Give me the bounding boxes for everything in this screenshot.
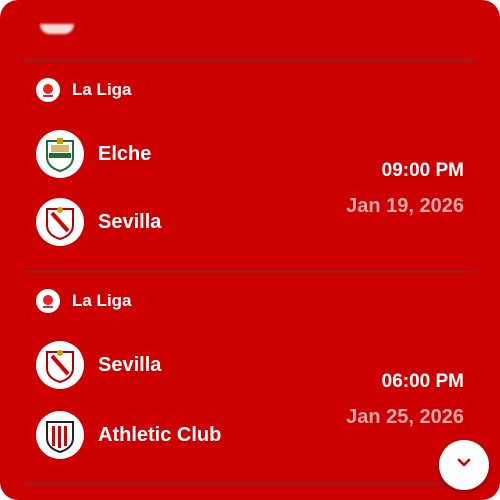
la-liga-logo-icon	[36, 78, 60, 102]
team-name: Sevilla	[98, 210, 162, 233]
league-name: La Liga	[72, 291, 132, 310]
league-name: La Liga	[72, 80, 132, 99]
match-time: 09:00 PM	[381, 160, 464, 181]
match-date: Jan 25, 2026	[346, 406, 464, 428]
match-date: Jan 19, 2026	[346, 195, 464, 217]
divider	[24, 59, 476, 62]
chevron-down-icon	[454, 453, 474, 478]
away-team: Athletic Club	[36, 410, 221, 460]
divider	[24, 270, 476, 273]
home-team: Sevilla	[36, 340, 161, 390]
league-header: La Liga	[36, 287, 132, 315]
match-card[interactable]: La Liga Sevilla Athletic Club 06:00 PM J…	[24, 287, 476, 467]
match-time: 06:00 PM	[381, 371, 464, 392]
league-header: La Liga	[36, 76, 132, 104]
sevilla-crest-icon	[36, 341, 84, 389]
team-name: Elche	[98, 142, 152, 165]
previous-item-remnant	[40, 24, 74, 34]
divider	[24, 482, 476, 485]
elche-crest-icon	[36, 130, 84, 178]
athletic-club-crest-icon	[36, 411, 84, 459]
away-team: Sevilla	[36, 197, 161, 247]
fixtures-widget: La Liga Elche Sevilla 09:00 PM Jan 19, 2…	[0, 0, 500, 500]
match-card[interactable]: La Liga Elche Sevilla 09:00 PM Jan 19, 2…	[24, 76, 476, 256]
scroll-down-button[interactable]	[439, 440, 489, 490]
la-liga-logo-icon	[36, 289, 60, 313]
team-name: Athletic Club	[98, 423, 222, 446]
home-team: Elche	[36, 129, 151, 179]
sevilla-crest-icon	[36, 198, 84, 246]
team-name: Sevilla	[98, 353, 162, 376]
